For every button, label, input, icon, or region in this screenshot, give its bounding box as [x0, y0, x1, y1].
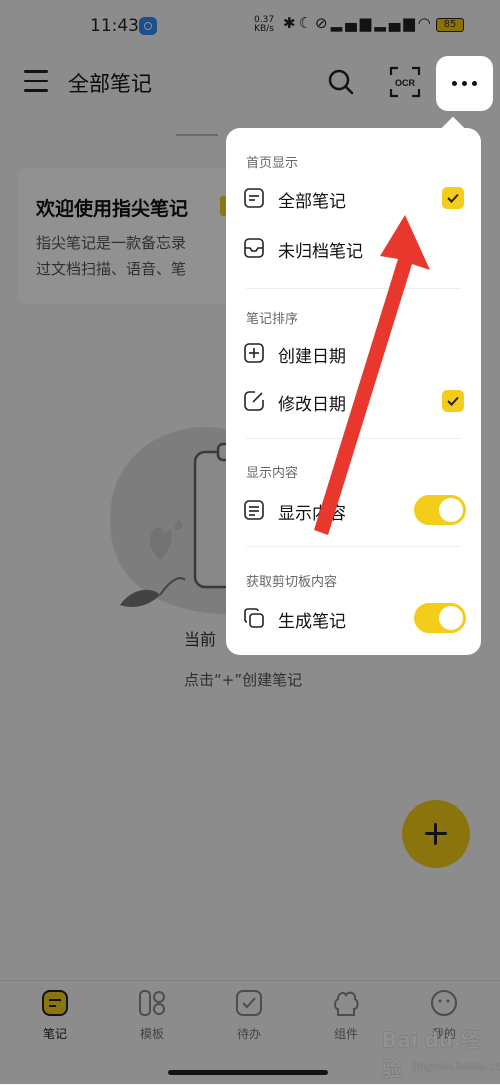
checkmark-icon — [447, 193, 459, 203]
more-options-button[interactable] — [436, 56, 493, 111]
ocr-scan-icon[interactable]: OCR — [389, 66, 421, 98]
menu-item-label: 生成笔记 — [278, 612, 346, 632]
empty-state-text: 当前 — [184, 630, 217, 649]
status-bar: 11:43 0.37 KB/s ✱☾⊘▂▄▆▂▄▆◠ 85 — [0, 0, 500, 52]
tab-templates[interactable]: 模板 — [122, 989, 182, 1042]
all-notes-checkbox[interactable] — [442, 187, 464, 209]
tab-todo[interactable]: 待办 — [219, 989, 279, 1042]
section-clipboard: 获取剪切板内容 — [246, 575, 338, 590]
welcome-text-line-1: 指尖笔记是一款备忘录 — [36, 234, 187, 252]
home-indicator[interactable] — [168, 1070, 328, 1075]
status-time: 11:43 — [90, 16, 139, 36]
welcome-text-line-2: 过文档扫描、语音、笔 — [36, 260, 187, 278]
section-note-sort: 笔记排序 — [246, 312, 299, 327]
more-dots-icon — [452, 81, 478, 86]
annotation-arrow-icon — [314, 215, 430, 535]
baidu-watermark: Bai du 经验 — [382, 1028, 481, 1081]
generate-note-toggle[interactable] — [414, 603, 466, 633]
tab-label: 组件 — [333, 1027, 358, 1041]
app-notification-icon — [139, 17, 157, 35]
note-list-icon — [244, 188, 264, 208]
note-icon — [42, 990, 68, 1016]
network-speed: 0.37 KB/s — [254, 15, 275, 34]
widget-icon — [334, 991, 359, 1016]
add-note-button[interactable] — [402, 800, 470, 868]
section-display-content: 显示内容 — [246, 466, 299, 481]
edit-icon — [244, 391, 264, 411]
profile-icon — [431, 990, 457, 1016]
status-icons: ✱☾⊘▂▄▆▂▄▆◠ — [283, 14, 434, 32]
copy-icon — [244, 608, 264, 628]
page-title: 全部笔记 — [68, 72, 152, 96]
tab-label: 待办 — [236, 1027, 261, 1041]
add-square-icon — [244, 343, 264, 363]
checkmark-icon — [447, 396, 459, 406]
watermark-url: jingyan.baidu.com — [412, 1060, 500, 1073]
inbox-icon — [244, 238, 264, 258]
welcome-title: 欢迎使用指尖笔记 — [36, 198, 189, 220]
section-home-display: 首页显示 — [246, 156, 299, 171]
top-bar: 全部笔记 OCR — [0, 52, 500, 112]
empty-state-hint: 点击“+”创建笔记 — [184, 671, 303, 689]
todo-icon — [236, 990, 262, 1016]
modified-date-checkbox[interactable] — [442, 390, 464, 412]
menu-icon[interactable] — [24, 70, 48, 92]
battery-icon: 85 — [436, 18, 464, 32]
drag-handle — [176, 134, 218, 136]
tab-label: 笔记 — [42, 1027, 67, 1041]
template-icon — [139, 990, 165, 1016]
svg-text:OCR: OCR — [395, 78, 416, 88]
menu-item-generate-note[interactable]: 生成笔记 — [244, 600, 466, 636]
document-icon — [244, 500, 264, 520]
search-icon[interactable] — [327, 68, 355, 96]
tab-notes[interactable]: 笔记 — [25, 989, 85, 1042]
tab-widgets[interactable]: 组件 — [316, 989, 376, 1042]
tab-label: 模板 — [139, 1027, 164, 1041]
